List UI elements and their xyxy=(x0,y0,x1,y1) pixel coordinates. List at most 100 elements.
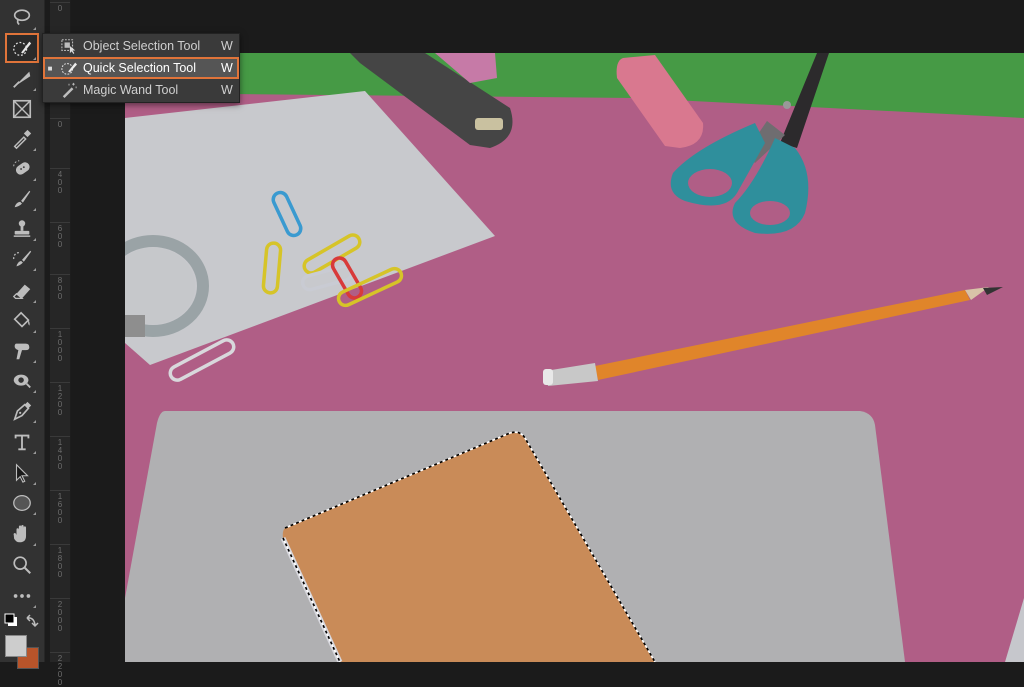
dodge-tool[interactable] xyxy=(6,367,38,395)
ruler-tick xyxy=(50,544,70,545)
quick-selection-tool[interactable] xyxy=(5,33,39,63)
lasso-icon xyxy=(13,9,31,26)
flyout-item-shortcut: W xyxy=(221,39,233,53)
ruler-tick xyxy=(50,436,70,437)
ruler-tick xyxy=(50,490,70,491)
ruler-label: 1000 xyxy=(57,330,63,363)
tool-group-indicator xyxy=(33,268,36,271)
magic-wand-icon xyxy=(62,82,77,98)
zoom-icon xyxy=(13,556,31,574)
tool-group-indicator xyxy=(33,605,36,608)
default-colors-icon xyxy=(4,613,17,626)
type-tool[interactable] xyxy=(6,428,38,456)
tool-group-indicator xyxy=(33,300,36,303)
quick-selection-icon xyxy=(13,41,32,56)
ruler-label: 0 xyxy=(57,120,63,129)
tool-group-indicator xyxy=(33,360,36,363)
crop-tool[interactable] xyxy=(6,65,38,93)
ruler-label: 1400 xyxy=(57,438,63,471)
spot-healing-brush-tool[interactable] xyxy=(6,155,38,183)
ruler-tick xyxy=(50,652,70,653)
ruler-tick xyxy=(50,168,70,169)
tool-group-indicator xyxy=(33,238,36,241)
eraser-icon xyxy=(12,284,31,299)
path-selection-tool[interactable] xyxy=(6,459,38,487)
ruler-tick xyxy=(50,382,70,383)
ruler-label: 0 xyxy=(57,4,63,13)
ruler-tick xyxy=(50,222,70,223)
frame-tool[interactable] xyxy=(6,95,38,123)
selection-tools-flyout: Object Selection Tool W ■ Quick Selectio… xyxy=(42,33,240,103)
clone-stamp-icon xyxy=(13,220,31,237)
tool-group-indicator xyxy=(33,512,36,515)
swap-colors-button[interactable] xyxy=(25,613,39,629)
edit-toolbar-button[interactable] xyxy=(6,582,38,610)
ruler-label: 1800 xyxy=(57,546,63,579)
paint-bucket-tool[interactable] xyxy=(6,307,38,335)
quick-selection-icon xyxy=(61,62,77,75)
crop-icon xyxy=(13,71,31,88)
type-icon xyxy=(14,434,30,451)
ellipse-tool[interactable] xyxy=(6,489,38,517)
tool-group-indicator xyxy=(33,330,36,333)
lasso-tool[interactable] xyxy=(6,4,38,32)
tool-group-indicator xyxy=(33,178,36,181)
active-bullet: ■ xyxy=(47,63,53,73)
flyout-item-shortcut: W xyxy=(221,61,233,75)
tool-group-indicator xyxy=(33,88,36,91)
ruler-label: 1200 xyxy=(57,384,63,417)
magnifying-glass xyxy=(125,235,209,337)
more-icon xyxy=(13,594,31,598)
eyedropper-icon xyxy=(13,129,32,150)
document-canvas[interactable] xyxy=(125,53,1024,662)
ruler-tick xyxy=(50,118,70,119)
flyout-item-quick-selection[interactable]: ■ Quick Selection Tool W xyxy=(43,57,239,79)
ruler-label: 2200 xyxy=(57,654,63,687)
flyout-item-label: Magic Wand Tool xyxy=(83,83,179,97)
swap-colors-icon xyxy=(26,614,39,628)
brush-tool[interactable] xyxy=(6,185,38,213)
paint-bucket-icon xyxy=(13,311,30,328)
ruler-tick xyxy=(50,274,70,275)
ruler-label: 600 xyxy=(57,224,63,249)
healing-brush-icon xyxy=(13,160,30,175)
pen-tool[interactable] xyxy=(6,397,38,425)
ruler-tick xyxy=(50,2,70,3)
hand-tool[interactable] xyxy=(6,520,38,548)
flyout-item-label: Quick Selection Tool xyxy=(83,61,197,75)
history-brush-icon xyxy=(13,250,32,267)
frame-icon xyxy=(12,99,32,119)
ruler-tick xyxy=(50,328,70,329)
pen-icon xyxy=(13,401,32,421)
flyout-item-magic-wand[interactable]: Magic Wand Tool W xyxy=(43,79,239,101)
clone-stamp-tool[interactable] xyxy=(6,215,38,243)
photo xyxy=(125,53,1024,662)
dodge-icon xyxy=(13,374,31,389)
flyout-item-shortcut: W xyxy=(221,83,233,97)
default-colors-button[interactable] xyxy=(4,613,18,627)
ruler-label: 400 xyxy=(57,170,63,195)
ruler-tick xyxy=(50,598,70,599)
tool-group-indicator xyxy=(33,451,36,454)
brush-icon xyxy=(14,190,31,208)
history-brush-tool[interactable] xyxy=(6,245,38,273)
tool-group-indicator xyxy=(33,148,36,151)
tool-group-indicator xyxy=(33,543,36,546)
ruler-label: 1600 xyxy=(57,492,63,525)
tool-group-indicator xyxy=(33,482,36,485)
foreground-color-swatch[interactable] xyxy=(5,635,27,657)
tool-group-indicator xyxy=(33,390,36,393)
zoom-tool[interactable] xyxy=(6,551,38,579)
eyedropper-tool[interactable] xyxy=(6,125,38,153)
tool-group-indicator xyxy=(33,420,36,423)
ruler-label: 2000 xyxy=(57,600,63,633)
ruler-label: 800 xyxy=(57,276,63,301)
smudge-tool[interactable] xyxy=(6,337,38,365)
flyout-item-object-selection[interactable]: Object Selection Tool W xyxy=(43,35,239,57)
tool-group-indicator xyxy=(33,27,36,30)
eraser-tool[interactable] xyxy=(6,277,38,305)
object-selection-icon xyxy=(61,39,76,54)
hand-icon xyxy=(13,525,27,543)
smudge-icon xyxy=(14,343,30,360)
path-selection-icon xyxy=(15,463,29,483)
